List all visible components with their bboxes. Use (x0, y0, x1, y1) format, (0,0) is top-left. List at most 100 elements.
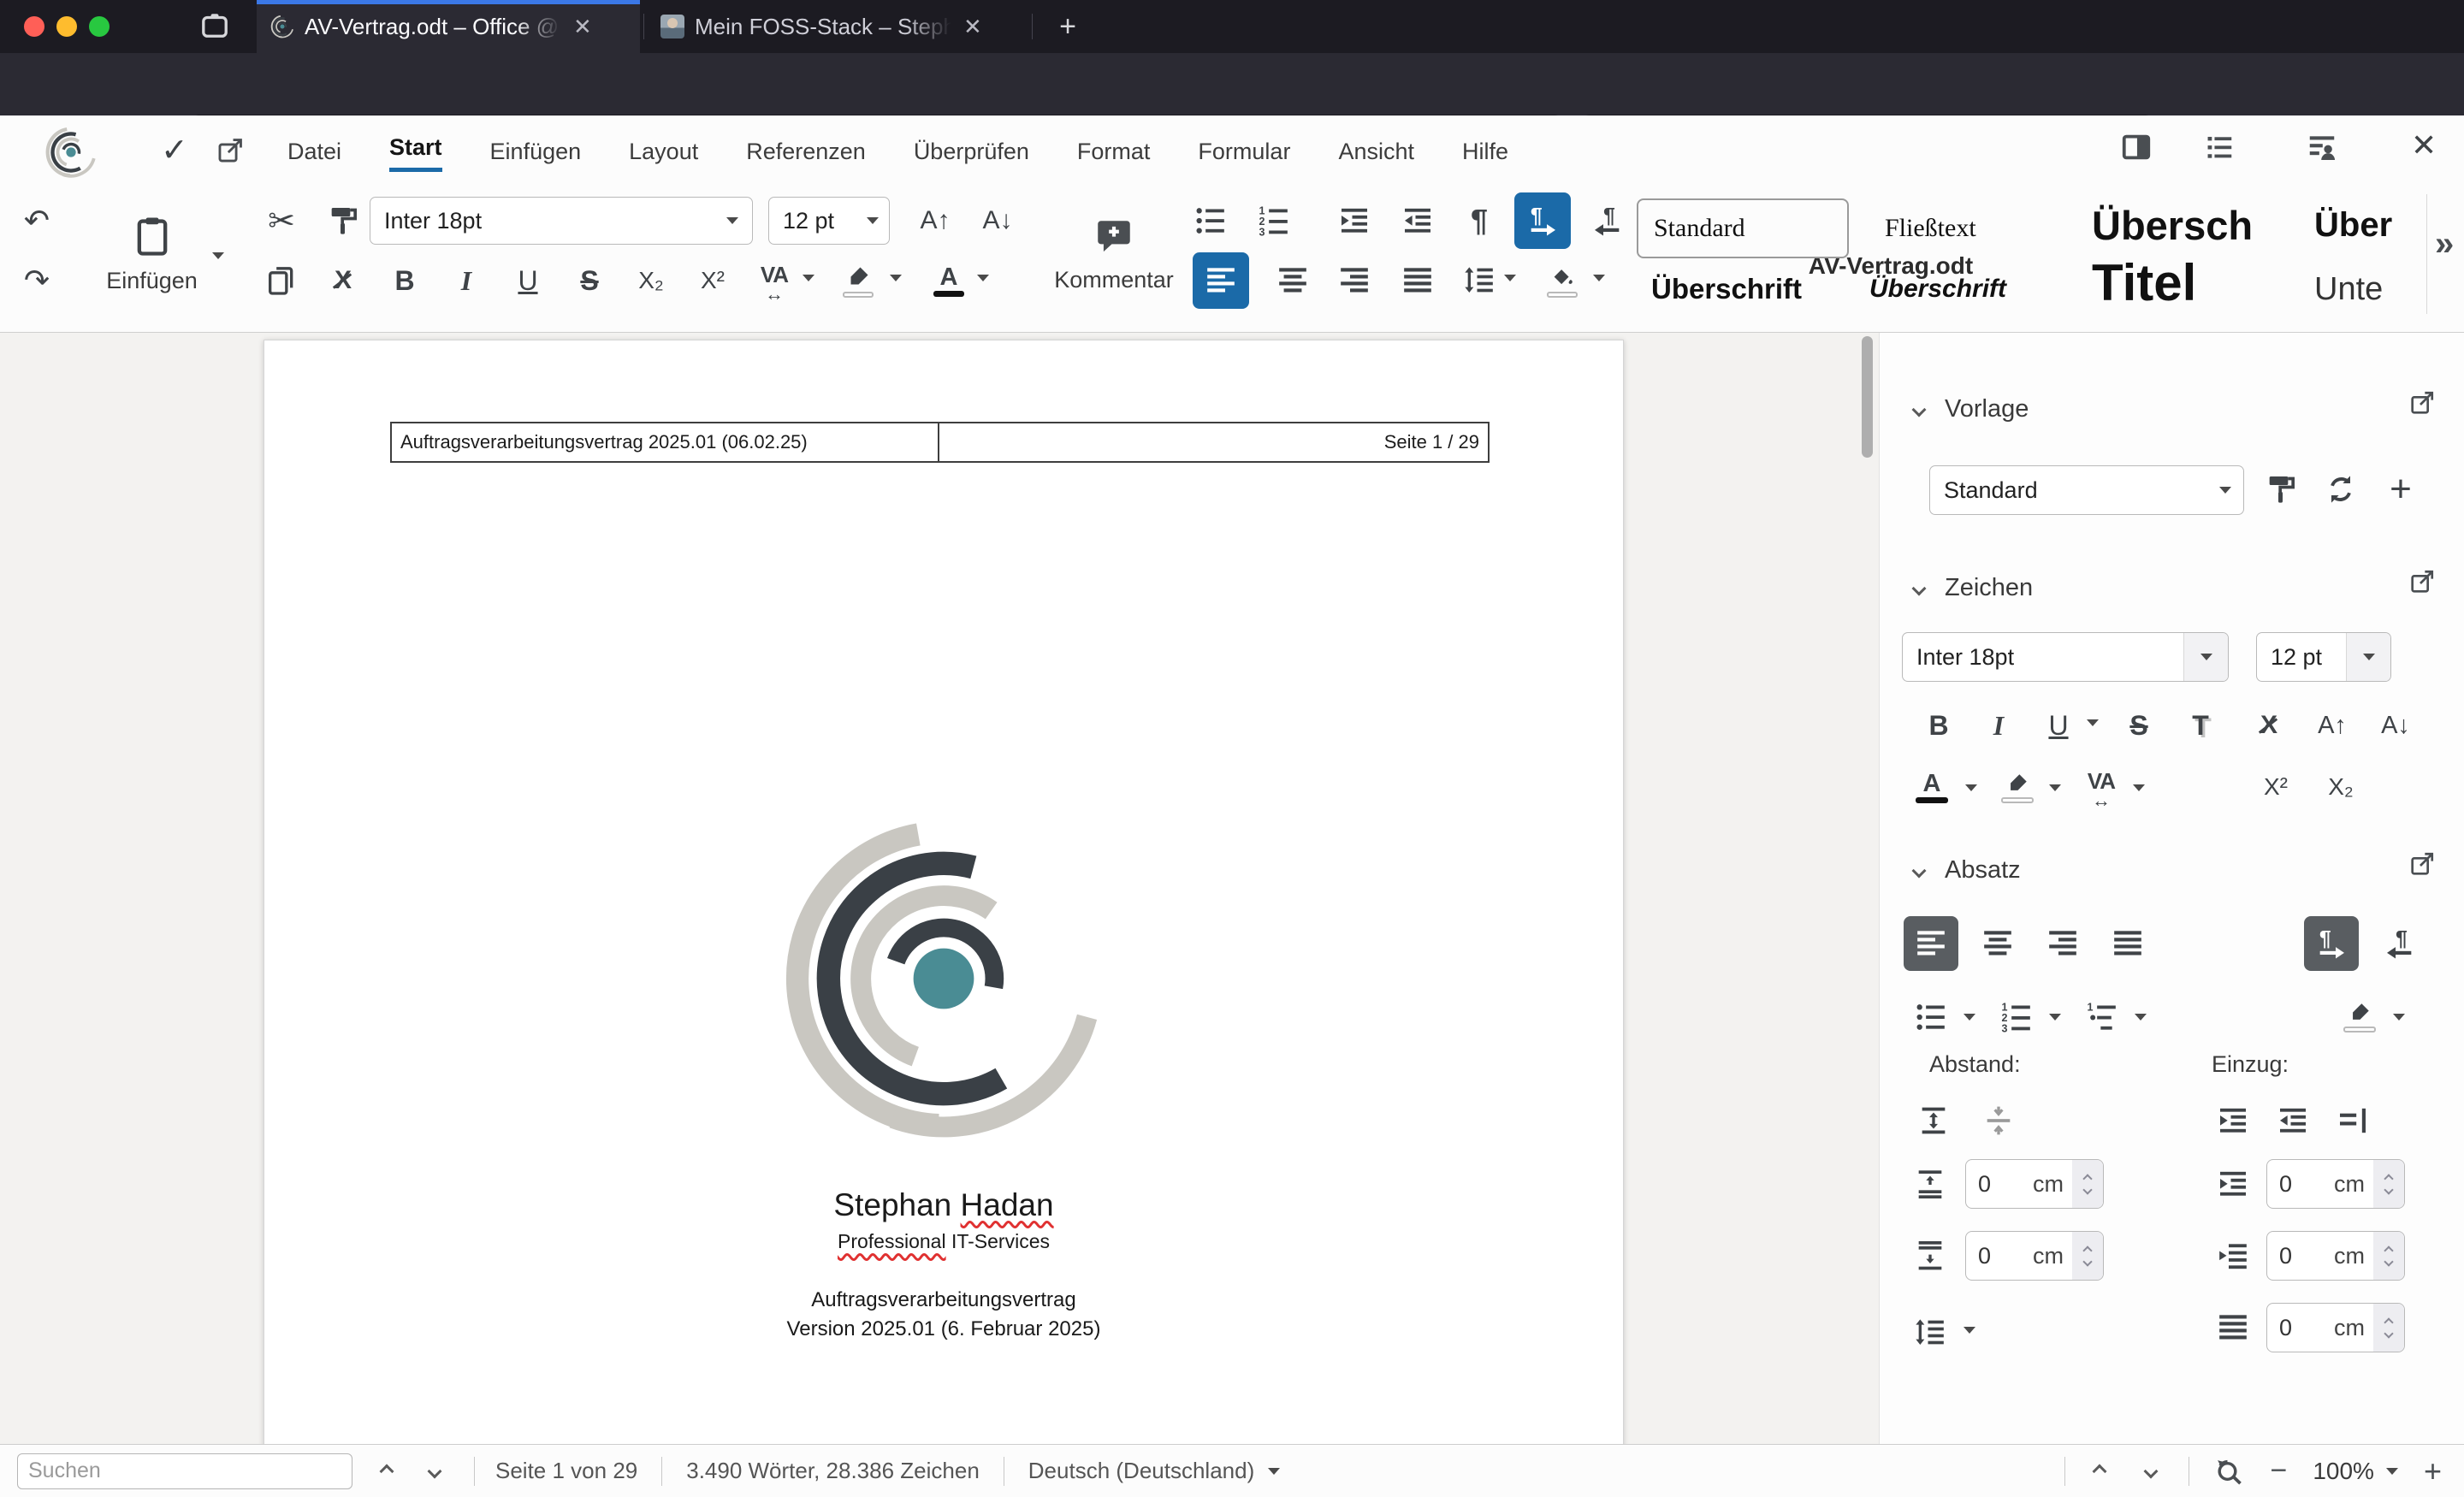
sidebar-font-name-combobox[interactable]: Inter 18pt (1902, 632, 2229, 682)
decrease-indent-button[interactable] (1391, 194, 1444, 247)
highlight-color-button[interactable] (832, 254, 885, 307)
zoom-caret[interactable] (2385, 1467, 2398, 1475)
sidebar-bullet-list-button[interactable] (1904, 990, 1958, 1044)
sidebar-bold-button[interactable]: B (1912, 699, 1965, 752)
zoom-in-button[interactable]: + (2424, 1453, 2442, 1489)
sidebar-decrease-indent-button[interactable] (2266, 1094, 2319, 1147)
page-status[interactable]: Seite 1 von 29 (495, 1458, 637, 1484)
absatz-more-options-icon[interactable] (2408, 850, 2436, 878)
sidebar-underline-caret[interactable] (2087, 719, 2099, 726)
sidebar-align-right-button[interactable] (2035, 916, 2090, 971)
grow-font-button[interactable]: A↑ (909, 194, 962, 247)
language-caret[interactable] (1268, 1467, 1281, 1475)
open-remote-icon[interactable] (216, 136, 245, 165)
scroll-down-button[interactable] (2143, 1464, 2159, 1478)
copy-button[interactable] (255, 254, 308, 307)
sidebar-numbered-list-caret[interactable] (2049, 1014, 2061, 1021)
superscript-button[interactable]: X² (686, 254, 739, 307)
sidebar-font-color-caret[interactable] (1965, 784, 1977, 791)
more-styles-button[interactable]: » (2435, 225, 2454, 263)
sidebar-font-color-button[interactable]: A (1905, 760, 1958, 814)
find-next-button[interactable] (427, 1464, 442, 1478)
sidebar-underline-button[interactable]: U (2032, 699, 2085, 752)
sidebar-bullet-list-caret[interactable] (1964, 1014, 1975, 1021)
sidebar-line-spacing-caret[interactable] (1964, 1327, 1975, 1334)
sidebar-ltr-button[interactable] (2304, 916, 2359, 971)
sidebar-font-size-combobox[interactable]: 12 pt (2256, 632, 2391, 682)
justify-button[interactable] (1391, 254, 1444, 307)
numbered-list-button[interactable] (1247, 194, 1300, 247)
sidebar-highlight-button[interactable] (1991, 760, 2044, 814)
sidebar-rtl-button[interactable] (2372, 916, 2427, 971)
underline-button[interactable]: U (501, 254, 554, 307)
strikethrough-button[interactable]: S (563, 254, 616, 307)
vorlage-more-options-icon[interactable] (2408, 389, 2436, 417)
menu-einfuegen[interactable]: Einfügen (490, 139, 582, 172)
new-tab-button[interactable]: + (1049, 9, 1087, 44)
update-style-button[interactable] (2254, 463, 2307, 516)
sidebar-italic-button[interactable]: I (1972, 699, 2025, 752)
sidebar-strikethrough-button[interactable]: S (2112, 699, 2165, 752)
sidebar-outline-list-button[interactable] (2075, 990, 2129, 1044)
style-ueberschrift1[interactable]: Übersch (2092, 195, 2306, 255)
tab-close-icon[interactable]: ✕ (573, 14, 592, 40)
align-right-button[interactable] (1328, 254, 1381, 307)
sidebar-paragraph-bg-button[interactable] (2333, 990, 2386, 1043)
sidebar-align-center-button[interactable] (1970, 916, 2025, 971)
menu-ueberpruefen[interactable]: Überprüfen (914, 139, 1029, 172)
style-standard[interactable]: Standard (1637, 198, 1849, 258)
sync-styles-button[interactable] (2314, 463, 2367, 516)
window-close-button[interactable] (24, 16, 44, 37)
section-absatz-header[interactable]: Absatz (1911, 856, 2021, 885)
sidebar-toggle-icon[interactable] (2120, 131, 2153, 163)
style-ueberschrift3[interactable]: Überschrift (1651, 259, 1865, 319)
sidebar-clear-formatting-button[interactable]: X (2242, 699, 2295, 752)
paragraph-rtl-button[interactable] (1581, 194, 1634, 247)
stepper[interactable] (2072, 1232, 2103, 1280)
highlight-color-caret[interactable] (890, 275, 902, 281)
increase-indent-button[interactable] (1328, 194, 1381, 247)
style-untertitel[interactable]: Unte (2314, 259, 2417, 319)
line-spacing-caret[interactable] (1504, 275, 1516, 281)
sidebar-character-spacing-caret[interactable] (2133, 784, 2145, 791)
zoom-reset-icon[interactable] (2213, 1456, 2244, 1487)
tab-close-icon[interactable]: ✕ (963, 14, 982, 40)
find-input[interactable] (17, 1453, 352, 1489)
character-spacing-button[interactable]: VA ↔ (748, 254, 801, 307)
paragraph-style-combobox[interactable]: Standard (1929, 465, 2244, 515)
paragraph-ltr-button[interactable] (1514, 192, 1571, 249)
user-list-icon[interactable] (2306, 131, 2338, 163)
document-canvas[interactable]: Auftragsverarbeitungsvertrag 2025.01 (06… (0, 333, 1879, 1444)
indent-after-field[interactable]: 0 cm (2266, 1231, 2405, 1281)
menu-start[interactable]: Start (389, 134, 442, 172)
sidebar-outline-list-caret[interactable] (2135, 1014, 2147, 1021)
zeichen-more-options-icon[interactable] (2408, 568, 2436, 595)
close-document-icon[interactable]: ✕ (2411, 127, 2437, 163)
indent-before-field[interactable]: 0 cm (2266, 1159, 2405, 1209)
clone-formatting-button[interactable] (317, 194, 370, 247)
page-header-table[interactable]: Auftragsverarbeitungsvertrag 2025.01 (06… (390, 422, 1490, 463)
sidebar-paragraph-bg-caret[interactable] (2393, 1014, 2405, 1021)
align-left-button[interactable] (1193, 252, 1249, 309)
menu-hilfe[interactable]: Hilfe (1462, 139, 1508, 172)
paragraph-background-button[interactable] (1536, 254, 1589, 307)
section-vorlage-header[interactable]: Vorlage (1911, 395, 2029, 423)
font-size-combobox[interactable]: 12 pt (768, 197, 890, 245)
sidebar-subscript-button[interactable]: X₂ (2314, 760, 2367, 814)
sidebar-align-left-button[interactable] (1904, 916, 1958, 971)
sidebar-numbered-list-button[interactable] (1989, 990, 2044, 1044)
paste-dropdown-caret[interactable] (212, 252, 224, 259)
sidebar-line-spacing-button[interactable] (1904, 1306, 1957, 1359)
font-color-caret[interactable] (977, 275, 989, 281)
indent-from-right-button[interactable] (2326, 1094, 2379, 1147)
menu-format[interactable]: Format (1077, 139, 1151, 172)
undo-button[interactable]: ↶ (10, 194, 63, 247)
find-previous-button[interactable] (379, 1464, 394, 1478)
stepper[interactable] (2373, 1232, 2404, 1280)
style-ueberschrift2[interactable]: Über (2314, 195, 2417, 255)
stepper[interactable] (2373, 1160, 2404, 1208)
browser-tab-active[interactable]: AV-Vertrag.odt – Office @ Hada ✕ (257, 0, 640, 53)
cut-button[interactable]: ✂ (255, 194, 308, 247)
window-zoom-button[interactable] (89, 16, 110, 37)
new-style-button[interactable]: + (2374, 463, 2427, 516)
